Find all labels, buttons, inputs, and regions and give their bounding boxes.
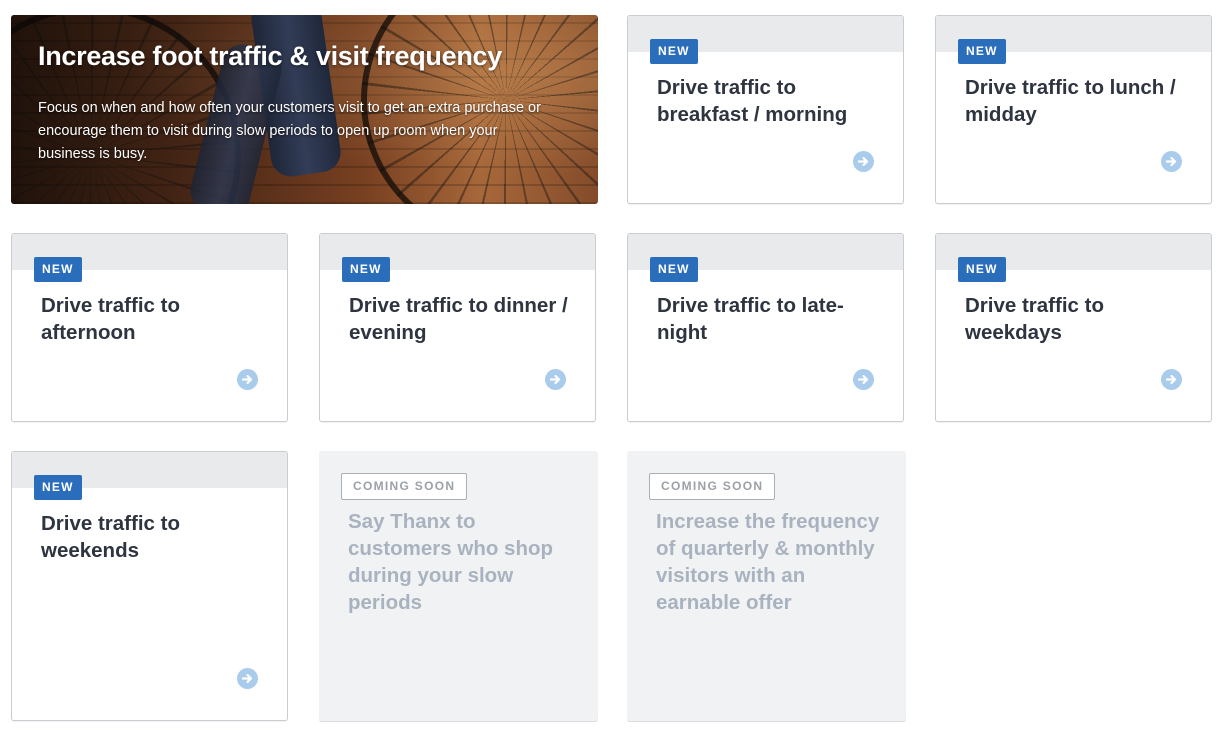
arrow-right-circle-icon[interactable] [237, 369, 258, 390]
arrow-right-circle-icon[interactable] [853, 369, 874, 390]
card-title: Drive traffic to afternoon [41, 294, 180, 344]
new-badge: NEW [650, 257, 698, 282]
card-coming-soon-slow-periods: COMING SOON Say Thanx to customers who s… [319, 451, 598, 721]
new-badge: NEW [34, 475, 82, 500]
card-afternoon[interactable]: NEW Drive traffic to afternoon [11, 233, 288, 422]
hero-title: Increase foot traffic & visit frequency [38, 41, 502, 71]
card-title: Drive traffic to weekdays [965, 294, 1104, 344]
card-breakfast-morning[interactable]: NEW Drive traffic to breakfast / morning [627, 15, 904, 204]
card-weekends[interactable]: NEW Drive traffic to weekends [11, 451, 288, 721]
hero-banner[interactable]: Increase foot traffic & visit frequency … [11, 15, 598, 204]
coming-soon-badge: COMING SOON [341, 473, 468, 500]
card-title: Drive traffic to breakfast / morning [657, 76, 848, 126]
arrow-right-circle-icon[interactable] [1161, 151, 1182, 172]
card-lunch-midday[interactable]: NEW Drive traffic to lunch / midday [935, 15, 1212, 204]
card-title: Say Thanx to customers who shop during y… [348, 510, 554, 614]
card-coming-soon-frequency: COMING SOON Increase the frequency of qu… [627, 451, 906, 721]
arrow-right-circle-icon[interactable] [545, 369, 566, 390]
card-title: Increase the frequency of quarterly & mo… [656, 510, 880, 614]
arrow-right-circle-icon[interactable] [853, 151, 874, 172]
new-badge: NEW [958, 39, 1006, 64]
hero-description: Focus on when and how often your custome… [38, 100, 541, 162]
card-title: Drive traffic to lunch / midday [965, 76, 1176, 126]
card-dinner-evening[interactable]: NEW Drive traffic to dinner / evening [319, 233, 596, 422]
card-late-night[interactable]: NEW Drive traffic to late-night [627, 233, 904, 422]
arrow-right-circle-icon[interactable] [1161, 369, 1182, 390]
card-title: Drive traffic to late-night [657, 294, 844, 344]
new-badge: NEW [342, 257, 390, 282]
card-title: Drive traffic to weekends [41, 512, 180, 562]
new-badge: NEW [34, 257, 82, 282]
coming-soon-badge: COMING SOON [649, 473, 776, 500]
new-badge: NEW [650, 39, 698, 64]
card-weekdays[interactable]: NEW Drive traffic to weekdays [935, 233, 1212, 422]
card-title: Drive traffic to dinner / evening [349, 294, 568, 344]
arrow-right-circle-icon[interactable] [237, 668, 258, 689]
new-badge: NEW [958, 257, 1006, 282]
